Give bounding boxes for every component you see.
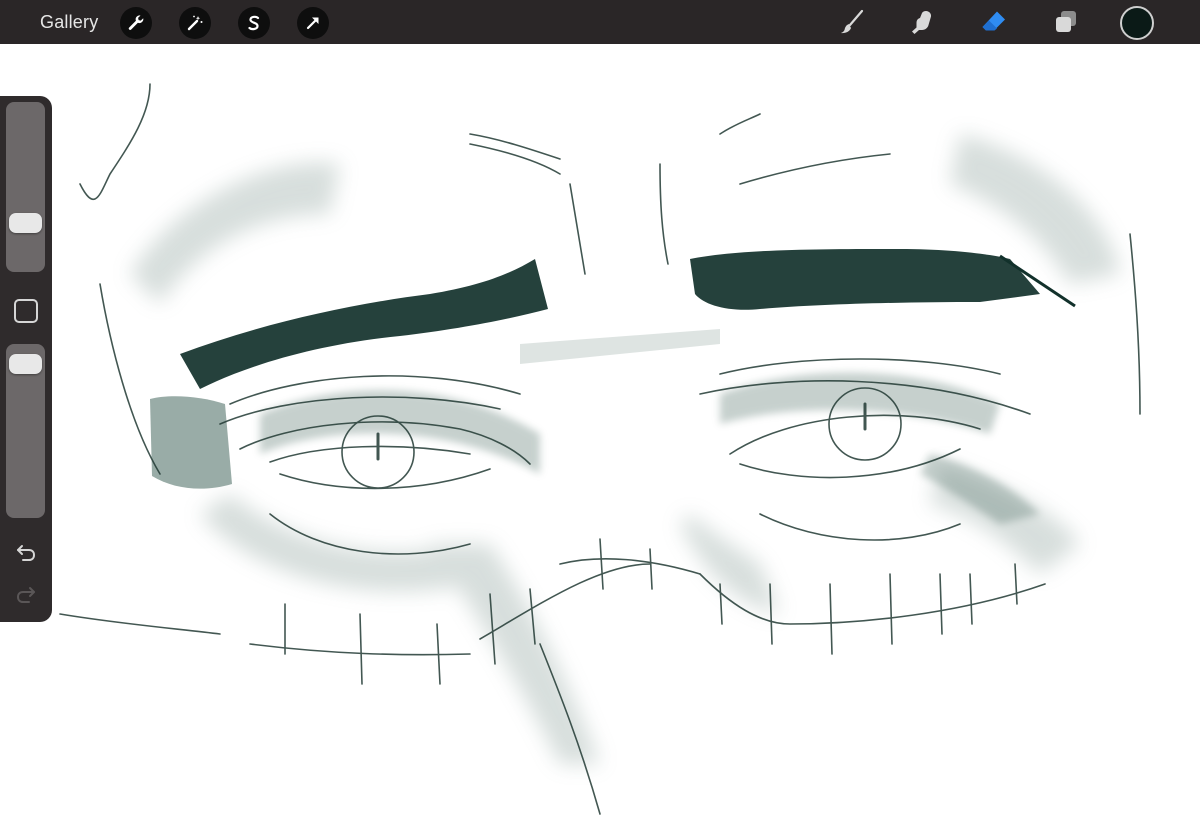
smudge-tool-button[interactable] bbox=[906, 6, 938, 38]
transform-button[interactable] bbox=[297, 7, 329, 39]
drawing-canvas[interactable] bbox=[0, 44, 1200, 834]
selection-s-icon bbox=[248, 15, 260, 31]
brush-size-thumb[interactable] bbox=[9, 213, 42, 233]
color-picker-swatch[interactable] bbox=[1120, 6, 1154, 40]
procreate-app: Gallery bbox=[0, 0, 1200, 834]
magic-wand-icon bbox=[187, 15, 203, 31]
undo-button[interactable] bbox=[12, 539, 40, 567]
adjustments-button[interactable] bbox=[179, 7, 211, 39]
top-toolbar: Gallery bbox=[0, 0, 1200, 44]
opacity-thumb[interactable] bbox=[9, 354, 42, 374]
eraser-tool-button[interactable] bbox=[978, 6, 1010, 38]
sketch-artwork bbox=[59, 83, 1141, 815]
eraser-icon bbox=[982, 11, 1005, 31]
modify-button[interactable] bbox=[14, 299, 38, 323]
layers-icon bbox=[1056, 11, 1076, 32]
brush-icon bbox=[841, 9, 864, 34]
left-sidebar bbox=[0, 96, 52, 622]
brush-size-slider[interactable] bbox=[6, 102, 45, 272]
selection-button[interactable] bbox=[238, 7, 270, 39]
opacity-slider[interactable] bbox=[6, 344, 45, 518]
redo-button[interactable] bbox=[12, 581, 40, 609]
actions-button[interactable] bbox=[120, 7, 152, 39]
gallery-button[interactable]: Gallery bbox=[40, 11, 98, 33]
transform-arrow-icon bbox=[306, 17, 319, 30]
undo-icon bbox=[17, 545, 36, 561]
smudge-finger-icon bbox=[912, 11, 932, 34]
wrench-icon bbox=[128, 15, 144, 30]
redo-icon bbox=[16, 587, 35, 603]
layers-button[interactable] bbox=[1050, 6, 1082, 38]
brush-tool-button[interactable] bbox=[836, 6, 868, 38]
